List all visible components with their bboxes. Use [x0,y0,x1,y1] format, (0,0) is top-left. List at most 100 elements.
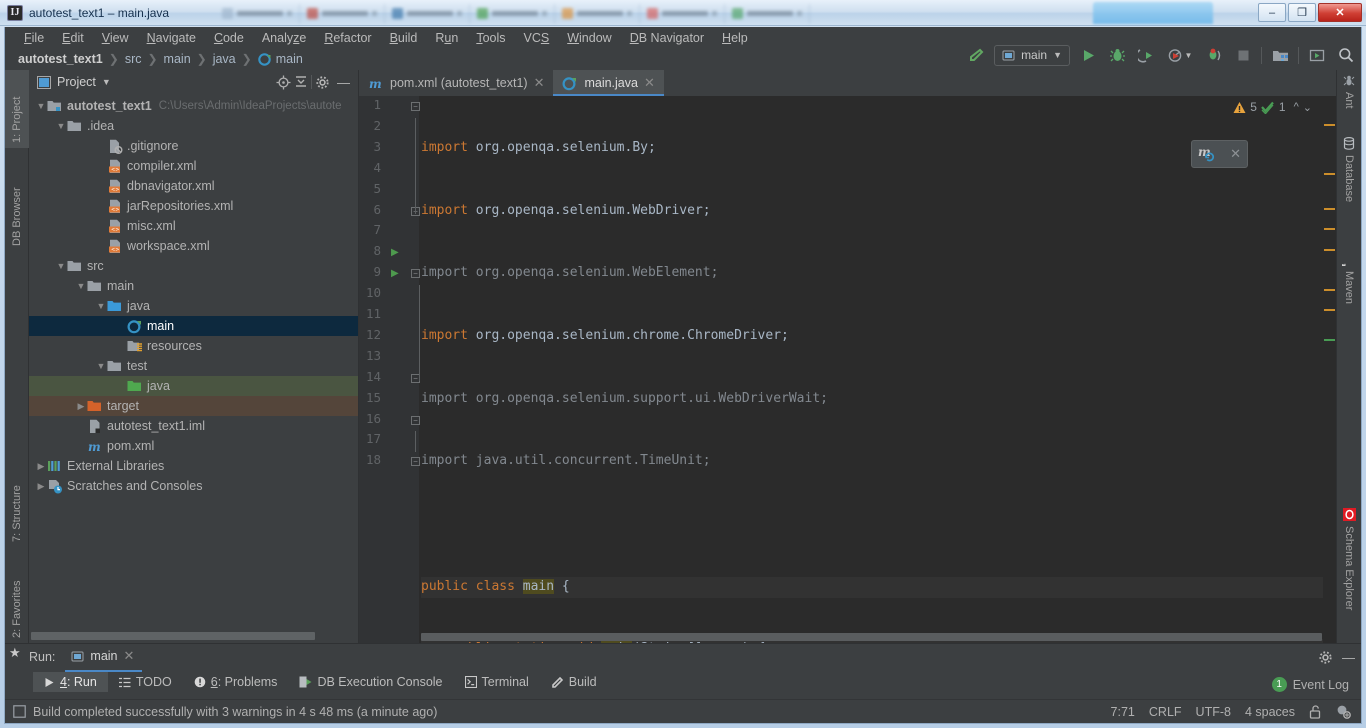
next-problem-icon[interactable]: ⌄ [1303,101,1312,114]
close-icon[interactable]: ✕ [124,648,135,664]
sidebar-item-database[interactable]: Database [1337,132,1361,242]
hide-icon[interactable]: — [1342,650,1355,665]
breadcrumb-item-main[interactable]: main [257,52,303,66]
sidebar-item-db-browser[interactable]: DB Browser [5,156,29,251]
breadcrumb-item-src[interactable]: src [125,52,142,66]
scrollbar-thumb[interactable] [31,632,315,640]
tree-node-java[interactable]: ▼ java [29,296,358,316]
close-icon[interactable]: ✕ [534,75,545,91]
sidebar-item-ant[interactable]: Ant [1337,70,1361,128]
tree-node-main[interactable]: main [29,316,358,336]
run-gutter-icon[interactable]: ▶ [391,268,399,279]
tree-node-src[interactable]: ▼ src [29,256,358,276]
sidebar-item-favorites[interactable]: 2: Favorites [5,555,29,643]
sidebar-item-maven[interactable]: m Maven [1337,248,1361,342]
breadcrumb-item-java[interactable]: java [213,52,236,66]
run-tab-main[interactable]: main ✕ [65,645,143,672]
attach-debugger-button[interactable] [1203,44,1225,66]
maven-reload-icon[interactable]: m [1198,145,1218,163]
tree-node-external-libraries[interactable]: ▶ External Libraries [29,456,358,476]
tool-window-button-terminal[interactable]: Terminal [454,672,540,692]
stripe-mark[interactable] [1324,173,1335,175]
menu-item-edit[interactable]: Edit [53,30,93,46]
close-icon[interactable]: ✕ [644,75,655,91]
chevron-down-icon[interactable]: ▼ [95,361,107,371]
editor-gutter[interactable]: 123456789101112131415161718▶▶−−−−−− [359,96,420,643]
stripe-mark[interactable] [1324,208,1335,210]
tree-node-scratches-and-consoles[interactable]: ▶ Scratches and Consoles [29,476,358,496]
minimize-button[interactable]: – [1258,3,1286,22]
gear-icon[interactable] [315,75,330,90]
tool-window-button-todo[interactable]: TODO [108,672,183,692]
search-everywhere-button[interactable] [1335,44,1357,66]
previous-problem-icon[interactable]: ^ [1290,101,1299,113]
file-encoding[interactable]: UTF-8 [1196,705,1231,719]
tree-node-target[interactable]: ▶ target [29,396,358,416]
tree-node-test[interactable]: ▼ test [29,356,358,376]
maven-reload-popup[interactable]: m ✕ [1191,140,1248,168]
code-fold-icon[interactable]: − [411,269,420,279]
tool-window-button-build[interactable]: Build [540,672,608,692]
menu-item-code[interactable]: Code [205,30,253,46]
tree-node-resources[interactable]: resources [29,336,358,356]
line-separator[interactable]: CRLF [1149,705,1182,719]
code-content[interactable]: import org.openqa.selenium.By; import or… [421,96,1336,643]
code-fold-icon[interactable]: − [411,457,420,467]
gear-icon[interactable] [1318,650,1333,665]
close-button[interactable]: ✕ [1318,3,1362,22]
menu-item-tools[interactable]: Tools [467,30,514,46]
error-stripe[interactable] [1323,96,1336,643]
tree-node-java[interactable]: java [29,376,358,396]
chevron-right-icon[interactable]: ▶ [35,461,47,472]
run-gutter-icon[interactable]: ▶ [391,247,399,258]
menu-item-refactor[interactable]: Refactor [315,30,380,46]
editor-tab-pom-xml[interactable]: m pom.xml (autotest_text1) ✕ [359,70,553,96]
unlocked-icon[interactable] [1309,704,1322,719]
tree-node-autotest-text1-iml[interactable]: autotest_text1.iml [29,416,358,436]
chevron-down-icon[interactable]: ▼ [55,261,67,271]
locate-icon[interactable] [276,75,291,90]
tree-node-workspace-xml[interactable]: <> workspace.xml [29,236,358,256]
breadcrumb-item-autotest-text1[interactable]: autotest_text1 [18,52,103,66]
menu-item-analyze[interactable]: Analyze [253,30,315,46]
stripe-mark[interactable] [1324,228,1335,230]
inspection-icon[interactable] [1336,704,1351,719]
project-tree[interactable]: ▼ autotest_text1 C:\Users\Admin\IdeaProjec… [29,94,358,629]
scrollbar-thumb[interactable] [421,633,1322,641]
stripe-mark[interactable] [1324,124,1335,126]
event-log-button[interactable]: 1 Event Log [1271,677,1349,692]
project-horizontal-scrollbar[interactable] [29,629,358,643]
chevron-down-icon[interactable]: ▼ [55,121,67,131]
tool-window-button-6--problems[interactable]: 6: Problems [183,672,289,692]
indent-setting[interactable]: 4 spaces [1245,705,1295,719]
code-fold-icon[interactable]: − [411,415,420,425]
tool-window-button-db-execution-console[interactable]: DB Execution Console [288,672,453,692]
stripe-mark[interactable] [1324,339,1335,341]
close-icon[interactable]: ✕ [1230,146,1241,162]
editor-tab-main-java[interactable]: main.java ✕ [553,70,665,96]
chevron-down-icon[interactable]: ▼ [35,101,47,111]
sidebar-item-project[interactable]: 1: Project [5,70,29,148]
editor-horizontal-scrollbar[interactable] [421,630,1322,643]
menu-item-help[interactable]: Help [713,30,757,46]
tool-window-button-4--run[interactable]: 4: Run [33,672,108,692]
menu-item-window[interactable]: Window [558,30,620,46]
tree-node-autotest-text1[interactable]: ▼ autotest_text1 C:\Users\Admin\IdeaProjec… [29,96,358,116]
build-hammer-icon[interactable] [965,44,987,66]
run-button[interactable] [1077,44,1099,66]
debug-button[interactable] [1106,44,1128,66]
tree-node-pom-xml[interactable]: m pom.xml [29,436,358,456]
menu-item-file[interactable]: File [15,30,53,46]
hide-icon[interactable]: — [333,75,354,90]
tree-node-jarrepositories-xml[interactable]: <> jarRepositories.xml [29,196,358,216]
caret-position[interactable]: 7:71 [1111,705,1135,719]
stripe-mark[interactable] [1324,249,1335,251]
tree-node-main[interactable]: ▼ main [29,276,358,296]
maximize-button[interactable]: ❐ [1288,3,1316,22]
menu-item-vcs[interactable]: VCS [515,30,559,46]
breadcrumb-item-main[interactable]: main [164,52,191,66]
menu-item-view[interactable]: View [93,30,138,46]
chevron-right-icon[interactable]: ▶ [35,481,47,492]
inspection-widget[interactable]: 5 1 ^ ⌄ [1233,100,1312,114]
menu-item-build[interactable]: Build [381,30,427,46]
